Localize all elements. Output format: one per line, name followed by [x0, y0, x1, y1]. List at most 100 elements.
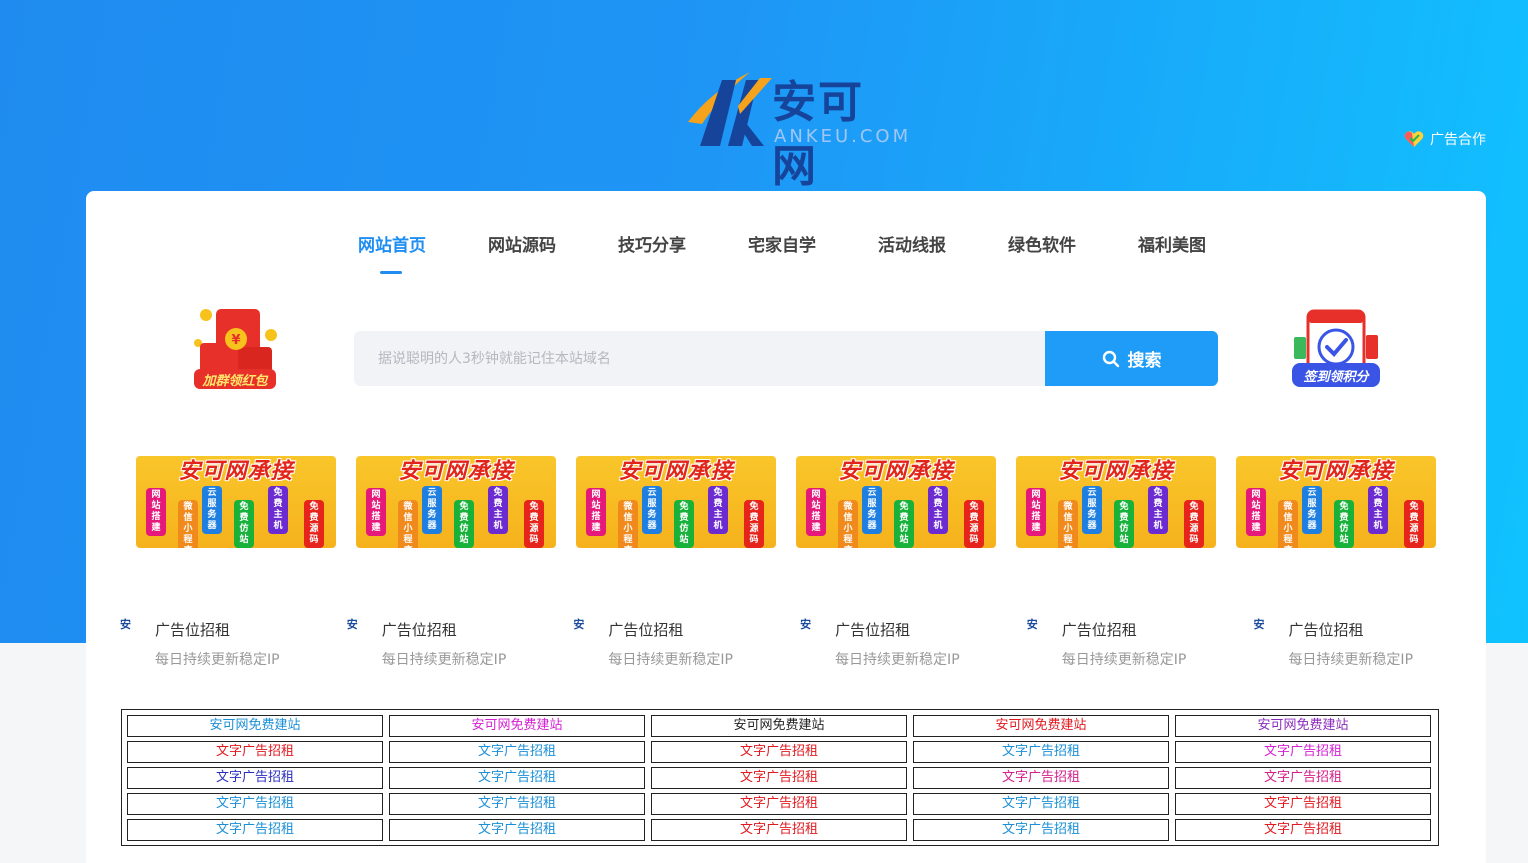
- text-link[interactable]: 文字广告招租: [127, 741, 383, 763]
- service-banner[interactable]: 安可网承接网站搭建微信小程序云服务器免费仿站免费主机免费源码: [1236, 456, 1436, 548]
- ad-card-title: 广告位招租: [608, 621, 684, 639]
- banner-title: 安可网承接: [178, 459, 294, 484]
- ad-card-subtitle: 每日持续更新稳定IP: [1061, 652, 1187, 668]
- logo-subtext: ANKEU.COM: [774, 126, 912, 147]
- ankeu-icon: 安: [346, 618, 358, 631]
- text-link[interactable]: 文字广告招租: [913, 793, 1169, 815]
- banner-pill: 免费仿站: [894, 500, 914, 548]
- banner-pill: 免费源码: [964, 500, 984, 548]
- banner-pill: 免费主机: [708, 486, 728, 534]
- text-link[interactable]: 文字广告招租: [1175, 819, 1431, 841]
- ankeu-icon: 安: [800, 618, 812, 631]
- service-banner[interactable]: 安可网承接网站搭建微信小程序云服务器免费仿站免费主机免费源码: [136, 456, 336, 548]
- text-link[interactable]: 文字广告招租: [389, 767, 645, 789]
- banner-pill: 微信小程序: [838, 500, 858, 548]
- banner-pill: 网站搭建: [806, 488, 826, 536]
- text-link[interactable]: 文字广告招租: [1175, 741, 1431, 763]
- search-icon: [1102, 350, 1119, 367]
- text-link[interactable]: 文字广告招租: [389, 793, 645, 815]
- banner-pill: 免费仿站: [674, 500, 694, 548]
- search-button-label: 搜索: [1127, 351, 1162, 371]
- ad-card[interactable]: 安 广告位招租 每日持续更新稳定IP: [573, 616, 800, 676]
- banner-pill: 免费源码: [744, 500, 764, 548]
- ad-card[interactable]: 安 广告位招租 每日持续更新稳定IP: [1253, 616, 1480, 676]
- text-link[interactable]: 文字广告招租: [389, 741, 645, 763]
- ad-card-subtitle: 每日持续更新稳定IP: [1288, 652, 1414, 668]
- text-link[interactable]: 文字广告招租: [127, 819, 383, 841]
- banner-pill: 免费源码: [1184, 500, 1204, 548]
- banner-title: 安可网承接: [618, 459, 734, 484]
- ad-card[interactable]: 安 广告位招租 每日持续更新稳定IP: [1027, 616, 1254, 676]
- search-bar: 搜索: [354, 331, 1218, 386]
- banner-pill: 免费主机: [1148, 486, 1168, 534]
- ad-card-title: 广告位招租: [381, 621, 457, 639]
- service-banner[interactable]: 安可网承接网站搭建微信小程序云服务器免费仿站免费主机免费源码: [576, 456, 776, 548]
- nav-item-self-study[interactable]: 宅家自学: [746, 231, 876, 271]
- banner-pill: 微信小程序: [1058, 500, 1078, 548]
- banner-title: 安可网承接: [1278, 459, 1394, 484]
- banner-title: 安可网承接: [398, 459, 514, 484]
- promo-right-label: 签到领积分: [1303, 370, 1369, 385]
- ad-card[interactable]: 安 广告位招租 每日持续更新稳定IP: [800, 616, 1027, 676]
- banner-pill: 免费源码: [304, 500, 324, 548]
- text-link[interactable]: 文字广告招租: [1175, 793, 1431, 815]
- service-banner[interactable]: 安可网承接网站搭建微信小程序云服务器免费仿站免费主机免费源码: [356, 456, 556, 548]
- text-link[interactable]: 安可网免费建站: [1175, 715, 1431, 737]
- nav-item-tips[interactable]: 技巧分享: [616, 231, 746, 271]
- text-link[interactable]: 文字广告招租: [389, 819, 645, 841]
- ankeu-icon: 安: [120, 618, 131, 631]
- banner-pill: 云服务器: [642, 486, 662, 534]
- search-button[interactable]: 搜索: [1045, 331, 1218, 386]
- ad-card-row: 安 广告位招租 每日持续更新稳定IP 安 广告位招租 每日持续更新稳定IP 安 …: [120, 616, 1480, 676]
- banner-pill: 云服务器: [1302, 486, 1322, 534]
- text-link[interactable]: 文字广告招租: [651, 767, 907, 789]
- banner-pill: 免费仿站: [1334, 500, 1354, 548]
- nav-item-home[interactable]: 网站首页: [356, 231, 486, 274]
- text-link[interactable]: 文字广告招租: [913, 741, 1169, 763]
- text-link[interactable]: 安可网免费建站: [389, 715, 645, 737]
- red-envelope-promo[interactable]: ¥ 加群领红包: [186, 303, 286, 398]
- nav-item-software[interactable]: 绿色软件: [1006, 231, 1136, 271]
- banner-pill: 网站搭建: [1246, 488, 1266, 536]
- search-input[interactable]: [354, 331, 1045, 386]
- text-link[interactable]: 安可网免费建站: [127, 715, 383, 737]
- ad-cooperation-link[interactable]: 广告合作: [1404, 129, 1486, 149]
- ad-card[interactable]: 安 广告位招租 每日持续更新稳定IP: [347, 616, 574, 676]
- nav-item-gallery[interactable]: 福利美图: [1136, 231, 1266, 271]
- ad-card-title: 广告位招租: [835, 621, 911, 639]
- banner-pill: 云服务器: [1082, 486, 1102, 534]
- ad-card[interactable]: 安 广告位招租 每日持续更新稳定IP: [120, 616, 347, 676]
- text-link[interactable]: 文字广告招租: [913, 767, 1169, 789]
- ad-card-subtitle: 每日持续更新稳定IP: [155, 652, 280, 668]
- banner-pill: 云服务器: [422, 486, 442, 534]
- banner-pill: 免费源码: [1404, 500, 1424, 548]
- text-link[interactable]: 安可网免费建站: [913, 715, 1169, 737]
- service-banner[interactable]: 安可网承接网站搭建微信小程序云服务器免费仿站免费主机免费源码: [796, 456, 996, 548]
- calendar-check-icon: [1292, 309, 1380, 387]
- nav-item-source[interactable]: 网站源码: [486, 231, 616, 271]
- banner-pill: 网站搭建: [1026, 488, 1046, 536]
- text-link[interactable]: 安可网免费建站: [651, 715, 907, 737]
- heart-icon: [1404, 131, 1424, 147]
- ak-logo-mark-icon: [688, 72, 772, 146]
- banner-pill: 免费仿站: [454, 500, 474, 548]
- banner-pill: 免费主机: [928, 486, 948, 534]
- ad-card-subtitle: 每日持续更新稳定IP: [835, 652, 960, 668]
- text-link[interactable]: 文字广告招租: [127, 767, 383, 789]
- text-link[interactable]: 文字广告招租: [1175, 767, 1431, 789]
- text-link[interactable]: 文字广告招租: [913, 819, 1169, 841]
- site-logo[interactable]: 安可网 ANKEU.COM: [680, 62, 908, 192]
- text-link[interactable]: 文字广告招租: [651, 793, 907, 815]
- text-link[interactable]: 文字广告招租: [651, 819, 907, 841]
- text-link[interactable]: 文字广告招租: [651, 741, 907, 763]
- main-card: 网站首页 网站源码 技巧分享 宅家自学 活动线报 绿色软件 福利美图 ¥ 加群领…: [86, 191, 1486, 863]
- svg-text:¥: ¥: [231, 333, 240, 348]
- banner-pill: 云服务器: [202, 486, 222, 534]
- nav-item-deals[interactable]: 活动线报: [876, 231, 1006, 271]
- ad-card-title: 广告位招租: [1288, 621, 1364, 639]
- banner-pill: 免费仿站: [1114, 500, 1134, 548]
- checkin-promo[interactable]: 签到领积分: [1286, 307, 1386, 399]
- service-banner[interactable]: 安可网承接网站搭建微信小程序云服务器免费仿站免费主机免费源码: [1016, 456, 1216, 548]
- ad-card-subtitle: 每日持续更新稳定IP: [608, 652, 733, 668]
- text-link[interactable]: 文字广告招租: [127, 793, 383, 815]
